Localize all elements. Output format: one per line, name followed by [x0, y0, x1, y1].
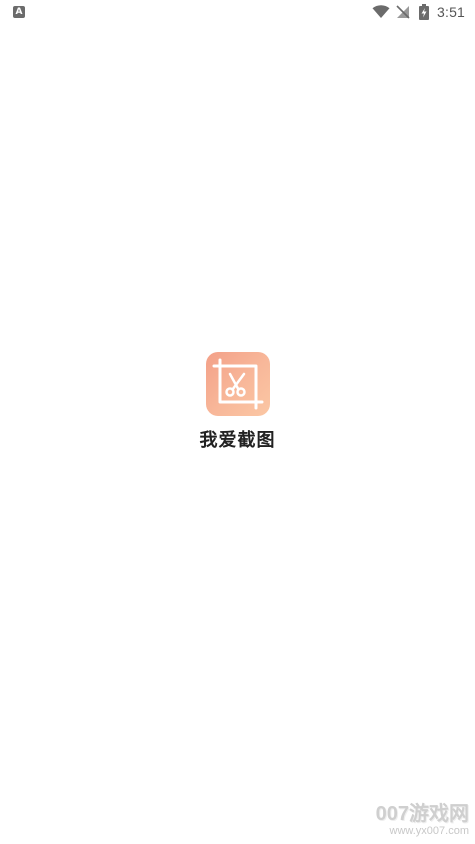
app-logo: [205, 352, 270, 416]
watermark-brand: 007游戏网: [375, 803, 469, 825]
splash-screen: 我爱截图: [0, 352, 475, 452]
battery-charging-icon: [419, 4, 429, 20]
status-bar: A 3:51: [0, 0, 475, 26]
font-icon: A: [13, 6, 25, 18]
watermark-url: www.yx007.com: [389, 825, 469, 837]
status-time: 3:51: [437, 4, 466, 20]
wifi-icon: [372, 5, 390, 18]
watermark: 007游戏网 www.yx007.com: [376, 803, 469, 838]
scissors-crop-icon: [212, 358, 263, 410]
app-name: 我爱截图: [199, 430, 276, 451]
no-signal-icon: [396, 5, 410, 19]
